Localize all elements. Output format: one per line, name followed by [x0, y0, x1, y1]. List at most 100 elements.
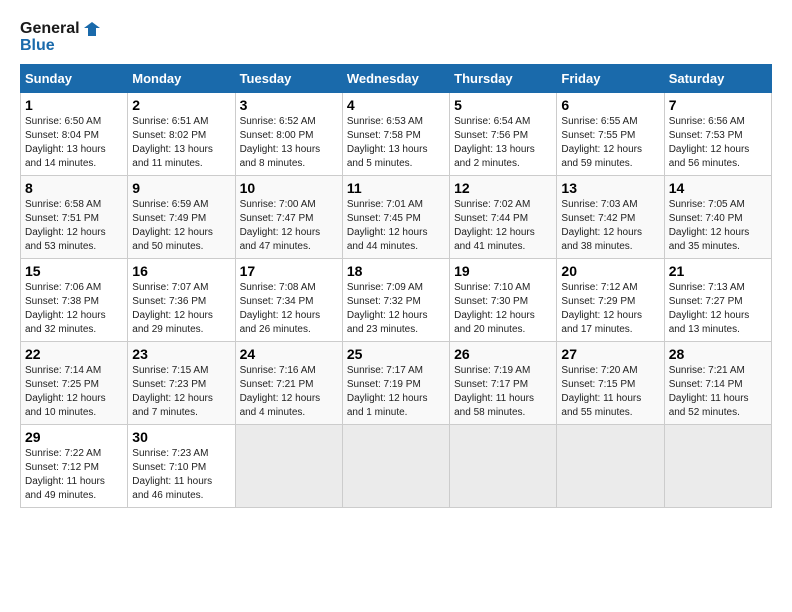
- calendar-cell: 7 Sunrise: 6:56 AMSunset: 7:53 PMDaylight…: [664, 93, 771, 176]
- calendar-cell: 24Sunrise: 7:16 AMSunset: 7:21 PMDayligh…: [235, 342, 342, 425]
- calendar-cell: 18Sunrise: 7:09 AMSunset: 7:32 PMDayligh…: [342, 259, 449, 342]
- day-info: Sunrise: 7:01 AMSunset: 7:45 PMDaylight:…: [347, 198, 445, 254]
- day-info: Sunrise: 7:03 AMSunset: 7:42 PMDaylight:…: [561, 198, 659, 254]
- calendar-cell: 4 Sunrise: 6:53 AMSunset: 7:58 PMDaylight…: [342, 93, 449, 176]
- calendar-cell: 1 Sunrise: 6:50 AMSunset: 8:04 PMDaylight…: [21, 93, 128, 176]
- calendar-cell: 23 Sunrise: 7:15 AMSunset: 7:23 PMDayligh…: [128, 342, 235, 425]
- calendar-cell: 13 Sunrise: 7:03 AMSunset: 7:42 PMDayligh…: [557, 176, 664, 259]
- calendar-week-row: 1 Sunrise: 6:50 AMSunset: 8:04 PMDaylight…: [21, 93, 772, 176]
- logo: General Blue: [20, 20, 100, 54]
- calendar-cell: 29Sunrise: 7:22 AMSunset: 7:12 PMDayligh…: [21, 425, 128, 508]
- day-number: 14: [669, 180, 767, 196]
- calendar-cell: 28 Sunrise: 7:21 AMSunset: 7:14 PMDayligh…: [664, 342, 771, 425]
- day-info: Sunrise: 6:56 AMSunset: 7:53 PMDaylight:…: [669, 115, 767, 171]
- weekday-header: Thursday: [450, 65, 557, 93]
- day-number: 5: [454, 97, 552, 113]
- day-info: Sunrise: 7:17 AMSunset: 7:19 PMDaylight:…: [347, 364, 445, 420]
- day-number: 9: [132, 180, 230, 196]
- day-info: Sunrise: 7:23 AMSunset: 7:10 PMDaylight:…: [132, 447, 230, 503]
- day-number: 19: [454, 263, 552, 279]
- calendar-cell: 15 Sunrise: 7:06 AMSunset: 7:38 PMDayligh…: [21, 259, 128, 342]
- day-number: 12: [454, 180, 552, 196]
- calendar-cell: [664, 425, 771, 508]
- calendar-week-row: 15 Sunrise: 7:06 AMSunset: 7:38 PMDayligh…: [21, 259, 772, 342]
- weekday-header: Saturday: [664, 65, 771, 93]
- weekday-header: Sunday: [21, 65, 128, 93]
- day-info: Sunrise: 6:52 AMSunset: 8:00 PMDaylight:…: [240, 115, 338, 171]
- day-number: 13: [561, 180, 659, 196]
- day-number: 25: [347, 346, 445, 362]
- day-info: Sunrise: 6:55 AMSunset: 7:55 PMDaylight:…: [561, 115, 659, 171]
- weekday-header: Friday: [557, 65, 664, 93]
- logo-container: General Blue: [20, 20, 100, 54]
- calendar-cell: 6 Sunrise: 6:55 AMSunset: 7:55 PMDaylight…: [557, 93, 664, 176]
- calendar-cell: 17 Sunrise: 7:08 AMSunset: 7:34 PMDayligh…: [235, 259, 342, 342]
- calendar-cell: [557, 425, 664, 508]
- day-number: 8: [25, 180, 123, 196]
- day-number: 24: [240, 346, 338, 362]
- day-info: Sunrise: 6:51 AMSunset: 8:02 PMDaylight:…: [132, 115, 230, 171]
- calendar-cell: [235, 425, 342, 508]
- calendar-cell: 12Sunrise: 7:02 AMSunset: 7:44 PMDayligh…: [450, 176, 557, 259]
- day-info: Sunrise: 7:14 AMSunset: 7:25 PMDaylight:…: [25, 364, 123, 420]
- day-number: 27: [561, 346, 659, 362]
- day-info: Sunrise: 7:19 AMSunset: 7:17 PMDaylight:…: [454, 364, 552, 420]
- day-number: 4: [347, 97, 445, 113]
- day-info: Sunrise: 7:07 AMSunset: 7:36 PMDaylight:…: [132, 281, 230, 337]
- day-number: 6: [561, 97, 659, 113]
- calendar-cell: 30 Sunrise: 7:23 AMSunset: 7:10 PMDayligh…: [128, 425, 235, 508]
- calendar-cell: 9Sunrise: 6:59 AMSunset: 7:49 PMDaylight…: [128, 176, 235, 259]
- calendar-cell: [342, 425, 449, 508]
- calendar-cell: 11 Sunrise: 7:01 AMSunset: 7:45 PMDayligh…: [342, 176, 449, 259]
- day-info: Sunrise: 7:10 AMSunset: 7:30 PMDaylight:…: [454, 281, 552, 337]
- day-number: 30: [132, 429, 230, 445]
- page-header: General Blue: [20, 20, 772, 54]
- day-number: 29: [25, 429, 123, 445]
- day-number: 7: [669, 97, 767, 113]
- day-info: Sunrise: 6:54 AMSunset: 7:56 PMDaylight:…: [454, 115, 552, 171]
- calendar-table: SundayMondayTuesdayWednesdayThursdayFrid…: [20, 64, 772, 508]
- calendar-cell: 26 Sunrise: 7:19 AMSunset: 7:17 PMDayligh…: [450, 342, 557, 425]
- calendar-cell: [450, 425, 557, 508]
- weekday-header-row: SundayMondayTuesdayWednesdayThursdayFrid…: [21, 65, 772, 93]
- calendar-cell: 2Sunrise: 6:51 AMSunset: 8:02 PMDaylight…: [128, 93, 235, 176]
- day-number: 15: [25, 263, 123, 279]
- calendar-week-row: 8 Sunrise: 6:58 AMSunset: 7:51 PMDaylight…: [21, 176, 772, 259]
- day-number: 23: [132, 346, 230, 362]
- day-info: Sunrise: 7:20 AMSunset: 7:15 PMDaylight:…: [561, 364, 659, 420]
- weekday-header: Monday: [128, 65, 235, 93]
- day-number: 3: [240, 97, 338, 113]
- day-info: Sunrise: 7:05 AMSunset: 7:40 PMDaylight:…: [669, 198, 767, 254]
- day-number: 18: [347, 263, 445, 279]
- day-number: 21: [669, 263, 767, 279]
- calendar-cell: 21 Sunrise: 7:13 AMSunset: 7:27 PMDayligh…: [664, 259, 771, 342]
- calendar-cell: 3 Sunrise: 6:52 AMSunset: 8:00 PMDaylight…: [235, 93, 342, 176]
- calendar-week-row: 29Sunrise: 7:22 AMSunset: 7:12 PMDayligh…: [21, 425, 772, 508]
- day-info: Sunrise: 7:13 AMSunset: 7:27 PMDaylight:…: [669, 281, 767, 337]
- day-info: Sunrise: 7:12 AMSunset: 7:29 PMDaylight:…: [561, 281, 659, 337]
- weekday-header: Tuesday: [235, 65, 342, 93]
- day-number: 17: [240, 263, 338, 279]
- day-number: 10: [240, 180, 338, 196]
- day-info: Sunrise: 6:50 AMSunset: 8:04 PMDaylight:…: [25, 115, 123, 171]
- calendar-cell: 22Sunrise: 7:14 AMSunset: 7:25 PMDayligh…: [21, 342, 128, 425]
- day-number: 11: [347, 180, 445, 196]
- day-info: Sunrise: 7:15 AMSunset: 7:23 PMDaylight:…: [132, 364, 230, 420]
- logo-general: General: [20, 20, 100, 38]
- day-info: Sunrise: 7:08 AMSunset: 7:34 PMDaylight:…: [240, 281, 338, 337]
- day-number: 28: [669, 346, 767, 362]
- day-number: 20: [561, 263, 659, 279]
- calendar-cell: 8 Sunrise: 6:58 AMSunset: 7:51 PMDaylight…: [21, 176, 128, 259]
- calendar-cell: 20 Sunrise: 7:12 AMSunset: 7:29 PMDayligh…: [557, 259, 664, 342]
- day-info: Sunrise: 7:21 AMSunset: 7:14 PMDaylight:…: [669, 364, 767, 420]
- calendar-cell: 27 Sunrise: 7:20 AMSunset: 7:15 PMDayligh…: [557, 342, 664, 425]
- day-number: 1: [25, 97, 123, 113]
- day-info: Sunrise: 6:58 AMSunset: 7:51 PMDaylight:…: [25, 198, 123, 254]
- day-info: Sunrise: 7:00 AMSunset: 7:47 PMDaylight:…: [240, 198, 338, 254]
- logo-blue: Blue: [20, 38, 100, 54]
- calendar-cell: 5 Sunrise: 6:54 AMSunset: 7:56 PMDaylight…: [450, 93, 557, 176]
- day-number: 26: [454, 346, 552, 362]
- day-info: Sunrise: 6:53 AMSunset: 7:58 PMDaylight:…: [347, 115, 445, 171]
- day-info: Sunrise: 7:06 AMSunset: 7:38 PMDaylight:…: [25, 281, 123, 337]
- calendar-cell: 25 Sunrise: 7:17 AMSunset: 7:19 PMDayligh…: [342, 342, 449, 425]
